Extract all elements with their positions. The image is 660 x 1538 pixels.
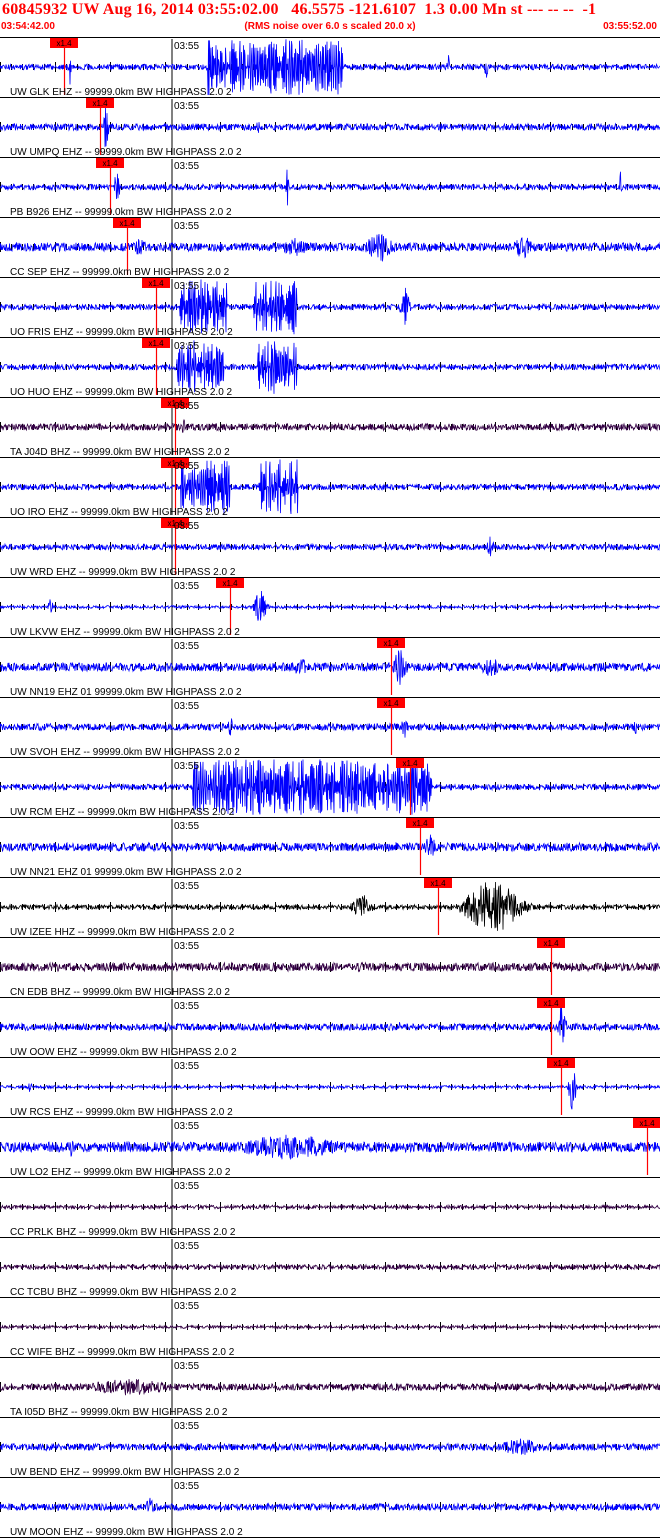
trace-row: x1.4 03:55 UO HUO EHZ -- 99999.0km BW HIGH… <box>0 337 660 398</box>
pick-label: x1.4 <box>119 219 135 228</box>
minute-tick-label: 03:55 <box>174 941 199 952</box>
pick-label: x1.4 <box>92 99 108 108</box>
minute-tick-label: 03:55 <box>174 161 199 172</box>
station-label: UW GLK EHZ -- 99999.0km BW HIGHPASS 2.0 … <box>10 87 232 98</box>
station-label: PB B926 EHZ -- 99999.0km BW HIGHPASS 2.0… <box>10 207 232 218</box>
trace-row: x1.403:55UW WRD EHZ -- 99999.0km BW HIGH… <box>0 517 660 578</box>
station-label: UW UMPQ EHZ -- 99999.0km BW HIGHPASS 2.0… <box>10 147 242 158</box>
trace-row: 03:55 UW MOON EHZ -- 99999.0km BW HIGHPAS… <box>0 1477 660 1538</box>
trace-row: x1.4 03:55 UW SVOH EHZ -- 99999.0km BW HIG… <box>0 697 660 758</box>
trace-row: x1.4 03:55 PB B926 EHZ -- 99999.0km BW HIG… <box>0 157 660 218</box>
minute-tick-label: 03:55 <box>174 341 199 352</box>
station-label: UW NN19 EHZ 01 99999.0km BW HIGHPASS 2.0… <box>10 687 242 698</box>
trace-row: x1.4 03:55 UW NN21 EHZ 01 99999.0km BW HIG… <box>0 817 660 878</box>
trace-row: 03:55 CC WIFE BHZ -- 99999.0km BW HIGHPAS… <box>0 1297 660 1358</box>
trace-row: x1.4 03:55 CN EDB BHZ -- 99999.0km BW HIGH… <box>0 937 660 998</box>
minute-tick-label: 03:55 <box>174 1001 199 1012</box>
waveform-trace <box>0 881 660 931</box>
trace-row: x1.4 03:55 CC SEP EHZ -- 99999.0km BW HIGH… <box>0 217 660 278</box>
station-label: CN EDB BHZ -- 99999.0km BW HIGHPASS 2.0 … <box>10 987 230 998</box>
minute-tick-label: 03:55 <box>174 581 199 592</box>
pick-label: x1.4 <box>430 879 446 888</box>
trace-row: 03:55 CC PRLK BHZ -- 99999.0km BW HIGHPAS… <box>0 1177 660 1238</box>
station-label: UO FRIS EHZ -- 99999.0km BW HIGHPASS 2.0… <box>10 327 233 338</box>
station-label: UO HUO EHZ -- 99999.0km BW HIGHPASS 2.0 … <box>10 387 233 398</box>
waveform-trace <box>0 536 660 557</box>
station-label: UW RCM EHZ -- 99999.0km BW HIGHPASS 2.0 … <box>10 807 235 818</box>
trace-row: x1.4 03:55 UW LO2 EHZ -- 99999.0km BW HIGH… <box>0 1117 660 1178</box>
pick-label: x1.4 <box>383 639 399 648</box>
pick-label: x1.4 <box>553 1059 569 1068</box>
minute-tick-label: 03:55 <box>174 41 199 52</box>
trace-row: x1.4 03:55 UO FRIS EHZ -- 99999.0km BW HIG… <box>0 277 660 338</box>
waveform-trace <box>0 650 660 685</box>
trace-row: x1.403:55UO IRO EHZ -- 99999.0km BW HIGH… <box>0 457 660 518</box>
station-label: UW LKVW EHZ -- 99999.0km BW HIGHPASS 2.0… <box>10 627 240 638</box>
station-label: TA J04D BHZ -- 99999.0km BW HIGHPASS 2.0… <box>10 447 230 458</box>
trace-row: 03:55 UW BEND EHZ -- 99999.0km BW HIGHPAS… <box>0 1417 660 1478</box>
minute-tick-label: 03:55 <box>174 281 199 292</box>
minute-tick-label: 03:55 <box>174 221 199 232</box>
minute-tick-label: 03:55 <box>174 521 199 532</box>
station-label: UW MOON EHZ -- 99999.0km BW HIGHPASS 2.0… <box>10 1527 243 1538</box>
station-label: UW WRD EHZ -- 99999.0km BW HIGHPASS 2.0 … <box>10 567 236 578</box>
minute-tick-label: 03:55 <box>174 1061 199 1072</box>
seismogram-panel: x1.4 03:55 UW GLK EHZ -- 99999.0km BW HIGH… <box>0 37 660 1538</box>
pick-label: x1.4 <box>222 579 238 588</box>
station-label: TA I05D BHZ -- 99999.0km BW HIGHPASS 2.0… <box>10 1407 228 1418</box>
trace-row: x1.4 03:55 UW OOW EHZ -- 99999.0km BW HIGH… <box>0 997 660 1058</box>
station-label: UW RCS EHZ -- 99999.0km BW HIGHPASS 2.0 … <box>10 1107 233 1118</box>
trace-row: 03:55 TA I05D BHZ -- 99999.0km BW HIGHPAS… <box>0 1357 660 1418</box>
station-label: UW BEND EHZ -- 99999.0km BW HIGHPASS 2.0… <box>10 1467 240 1478</box>
station-label: UW SVOH EHZ -- 99999.0km BW HIGHPASS 2.0… <box>10 747 240 758</box>
station-label: CC SEP EHZ -- 99999.0km BW HIGHPASS 2.0 … <box>10 267 230 278</box>
station-label: UW OOW EHZ -- 99999.0km BW HIGHPASS 2.0 … <box>10 1047 237 1058</box>
minute-tick-label: 03:55 <box>174 1481 199 1492</box>
pick-label: x1.4 <box>148 339 164 348</box>
station-label: UO IRO EHZ -- 99999.0km BW HIGHPASS 2.0 … <box>10 507 228 518</box>
pick-label: x1.4 <box>56 39 72 48</box>
station-label: CC TCBU BHZ -- 99999.0km BW HIGHPASS 2.0… <box>10 1287 237 1298</box>
minute-tick-label: 03:55 <box>174 1421 199 1432</box>
minute-tick-label: 03:55 <box>174 1241 199 1252</box>
trace-row: x1.4 03:55 UW RCS EHZ -- 99999.0km BW HIGH… <box>0 1057 660 1118</box>
minute-tick-label: 03:55 <box>174 1181 199 1192</box>
waveform-trace <box>0 1134 660 1161</box>
station-label: CC WIFE BHZ -- 99999.0km BW HIGHPASS 2.0… <box>10 1347 235 1358</box>
minute-tick-label: 03:55 <box>174 701 199 712</box>
trace-row: x1.4 03:55 UW LKVW EHZ -- 99999.0km BW HIG… <box>0 577 660 638</box>
station-label: UW IZEE HHZ -- 99999.0km BW HIGHPASS 2.0… <box>10 927 235 938</box>
minute-tick-label: 03:55 <box>174 401 199 412</box>
minute-tick-label: 03:55 <box>174 461 199 472</box>
minute-tick-label: 03:55 <box>174 1361 199 1372</box>
pick-label: x1.4 <box>402 759 418 768</box>
pick-label: x1.4 <box>543 999 559 1008</box>
trace-row: x1.4 03:55 UW IZEE HHZ -- 99999.0km BW HIG… <box>0 877 660 938</box>
trace-row: x1.4 03:55 UW GLK EHZ -- 99999.0km BW HIGH… <box>0 37 660 98</box>
station-label: CC PRLK BHZ -- 99999.0km BW HIGHPASS 2.0… <box>10 1227 236 1238</box>
pick-label: x1.4 <box>148 279 164 288</box>
minute-tick-label: 03:55 <box>174 1301 199 1312</box>
trace-row: x1.4 03:55 UW RCM EHZ -- 99999.0km BW HIGH… <box>0 757 660 818</box>
minute-tick-label: 03:55 <box>174 881 199 892</box>
minute-tick-label: 03:55 <box>174 641 199 652</box>
pick-label: x1.4 <box>383 699 399 708</box>
trace-row: x1.403:55TA J04D BHZ -- 99999.0km BW HIG… <box>0 397 660 458</box>
minute-tick-label: 03:55 <box>174 1121 199 1132</box>
pick-label: x1.4 <box>102 159 118 168</box>
trace-row: x1.4 03:55 UW UMPQ EHZ -- 99999.0km BW HIG… <box>0 97 660 158</box>
trace-row: x1.4 03:55 UW NN19 EHZ 01 99999.0km BW HIG… <box>0 637 660 698</box>
trace-row: 03:55 CC TCBU BHZ -- 99999.0km BW HIGHPAS… <box>0 1237 660 1298</box>
minute-tick-label: 03:55 <box>174 761 199 772</box>
minute-tick-label: 03:55 <box>174 101 199 112</box>
pick-label: x1.4 <box>412 819 428 828</box>
minute-tick-label: 03:55 <box>174 821 199 832</box>
pick-label: x1.4 <box>639 1119 655 1128</box>
station-label: UW LO2 EHZ -- 99999.0km BW HIGHPASS 2.0 … <box>10 1167 231 1178</box>
station-label: UW NN21 EHZ 01 99999.0km BW HIGHPASS 2.0… <box>10 867 242 878</box>
pick-label: x1.4 <box>543 939 559 948</box>
